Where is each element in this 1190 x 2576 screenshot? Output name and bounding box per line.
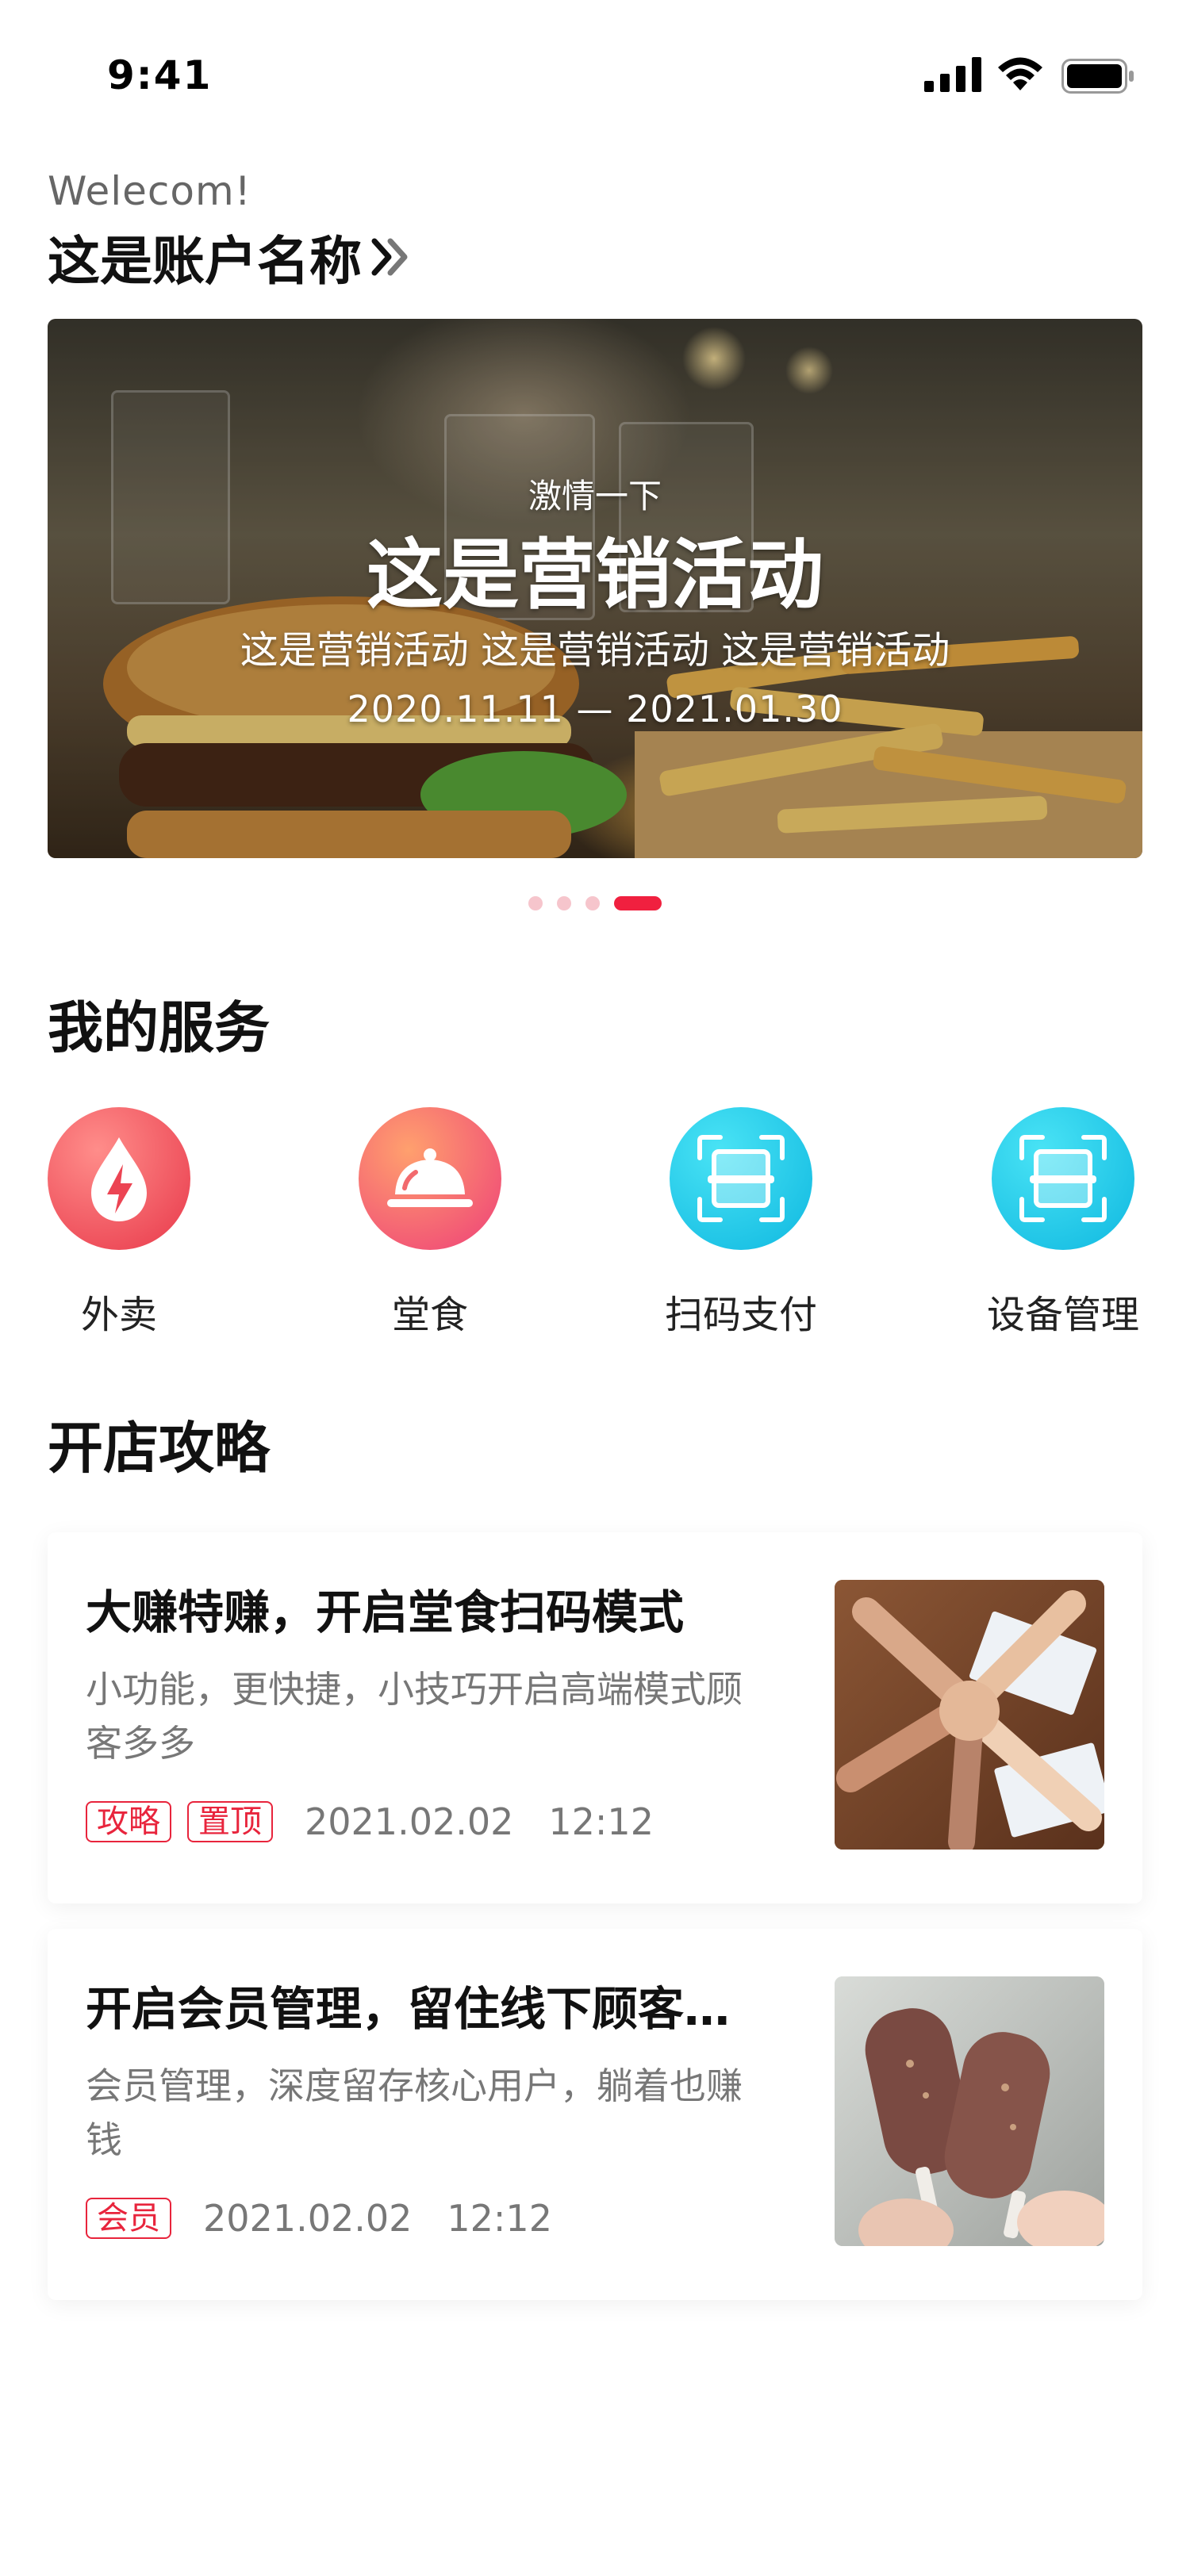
service-label: 扫码支付: [664, 1293, 817, 1337]
service-scan-pay[interactable]: 扫码支付: [662, 1107, 820, 1339]
article-card[interactable]: 大赚特赚，开启堂食扫码模式 小功能，更快捷，小技巧开启高端模式顾客多多 攻略 置…: [48, 1532, 1142, 1903]
article-title-text: 大赚特赚，开启堂食扫码模式: [86, 1585, 685, 1639]
article-tag: 会员: [86, 2198, 171, 2239]
services-title: 我的服务: [48, 995, 270, 1060]
wifi-icon: [998, 57, 1042, 90]
dine-in-cloche-icon: [359, 1107, 501, 1250]
service-delivery[interactable]: 外卖: [40, 1107, 198, 1339]
pagination-dot[interactable]: [528, 896, 543, 910]
device-manage-icon: [992, 1107, 1134, 1250]
article-meta: 攻略 置顶 2021.02.02 12:12: [86, 1800, 654, 1843]
delivery-bolt-icon: [48, 1107, 190, 1250]
article-title: 开启会员管理，留住线下顾客…: [86, 1972, 752, 2043]
status-bar: 9:41: [0, 0, 1190, 151]
service-label: 堂食: [391, 1293, 468, 1337]
banner-subtitle: 这是营销活动 这是营销活动 这是营销活动: [240, 628, 950, 673]
cellular-signal-icon: [924, 57, 981, 92]
scan-pay-icon: [670, 1107, 812, 1250]
account-name: 这是账户名称: [48, 231, 362, 292]
service-label: 设备管理: [986, 1293, 1139, 1337]
promo-banner[interactable]: 激情一下 这是营销活动 这是营销活动 这是营销活动 这是营销活动 2020.11…: [48, 319, 1142, 858]
article-tag: 攻略: [86, 1801, 171, 1842]
article-description: 会员管理，深度留存核心用户，躺着也赚钱: [86, 2064, 743, 2161]
welcome-text: Welecom!: [48, 168, 251, 214]
banner-pagination: [528, 896, 662, 910]
pagination-dot-active[interactable]: [614, 896, 662, 910]
article-tag: 置顶: [187, 1801, 273, 1842]
article-time: 12:12: [548, 1800, 654, 1843]
article-meta: 会员 2021.02.02 12:12: [86, 2197, 552, 2240]
battery-icon: [1061, 59, 1134, 94]
pagination-dot[interactable]: [585, 896, 600, 910]
service-label: 外卖: [80, 1293, 157, 1337]
double-chevron-right-icon: [371, 238, 408, 276]
article-card[interactable]: 开启会员管理，留住线下顾客… 会员管理，深度留存核心用户，躺着也赚钱 会员 20…: [48, 1929, 1142, 2300]
article-date: 2021.02.02: [305, 1800, 514, 1843]
article-title: 大赚特赚，开启堂食扫码模式: [86, 1575, 712, 1646]
status-time: 9:41: [107, 52, 213, 98]
article-thumbnail: [835, 1976, 1104, 2246]
banner-date-range: 2020.11.11 — 2021.01.30: [347, 688, 843, 730]
banner-title: 这是营销活动: [367, 531, 823, 619]
account-name-link[interactable]: 这是账户名称: [48, 219, 411, 295]
article-date: 2021.02.02: [203, 2197, 413, 2240]
service-dine-in[interactable]: 堂食: [351, 1107, 509, 1339]
article-time: 12:12: [447, 2197, 552, 2240]
pagination-dot[interactable]: [557, 896, 571, 910]
article-description: 小功能，更快捷，小技巧开启高端模式顾客多多: [86, 1668, 743, 1765]
article-thumbnail: [835, 1580, 1104, 1850]
guides-title: 开店攻略: [48, 1416, 270, 1481]
banner-tagline: 激情一下: [528, 477, 662, 516]
article-title-text: 开启会员管理，留住线下顾客…: [86, 1982, 731, 2036]
service-device-manage[interactable]: 设备管理: [984, 1107, 1142, 1339]
